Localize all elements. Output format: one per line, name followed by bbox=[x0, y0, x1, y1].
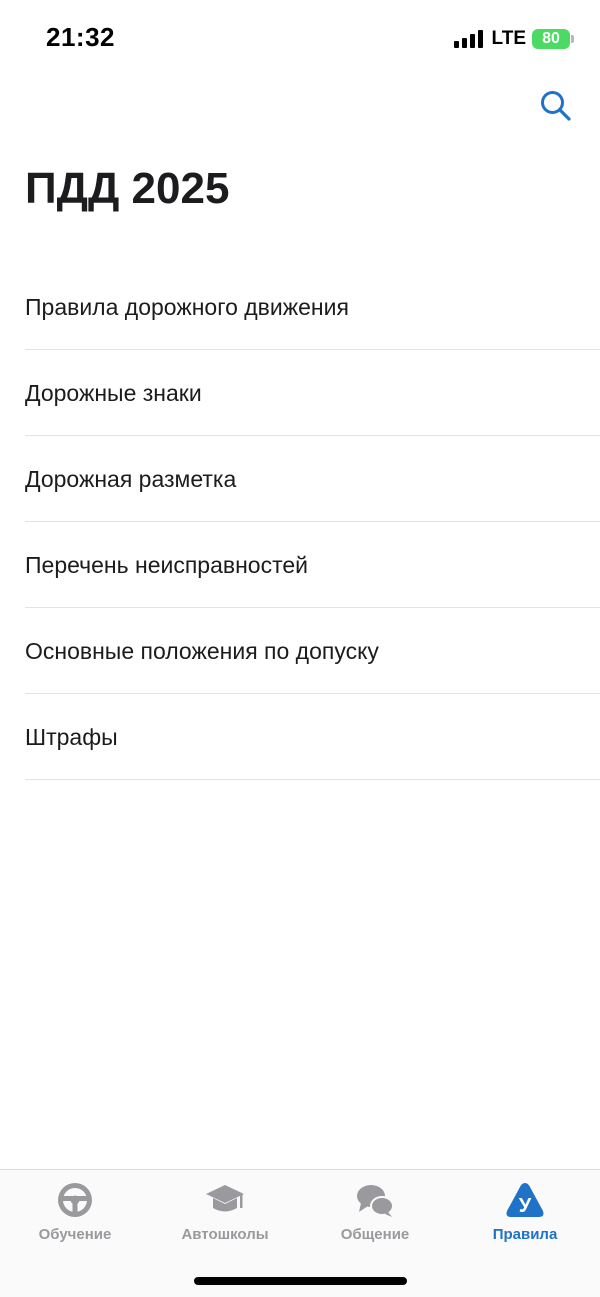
steering-wheel-icon bbox=[55, 1180, 95, 1220]
menu-item-road-signs[interactable]: Дорожные знаки bbox=[0, 350, 600, 436]
home-indicator[interactable] bbox=[194, 1277, 407, 1285]
menu-item-malfunctions[interactable]: Перечень неисправностей bbox=[0, 522, 600, 608]
menu-item-fines[interactable]: Штрафы bbox=[0, 694, 600, 780]
tab-community[interactable]: Общение bbox=[300, 1180, 450, 1252]
status-time: 21:32 bbox=[46, 22, 115, 52]
menu-item-label: Дорожная разметка bbox=[25, 465, 237, 492]
menu-item-label: Штрафы bbox=[25, 723, 118, 750]
signal-icon bbox=[453, 30, 483, 48]
tab-label: Автошколы bbox=[181, 1226, 269, 1243]
battery-icon: 80 bbox=[532, 29, 574, 49]
graduation-cap-icon bbox=[205, 1180, 245, 1220]
search-button[interactable] bbox=[538, 88, 574, 124]
menu-item-label: Правила дорожного движения bbox=[25, 293, 349, 320]
page-title: ПДД 2025 bbox=[25, 164, 230, 213]
chat-bubbles-icon bbox=[355, 1180, 395, 1220]
menu-item-admission-provisions[interactable]: Основные положения по допуску bbox=[0, 608, 600, 694]
tab-driving-schools[interactable]: Автошколы bbox=[150, 1180, 300, 1252]
menu-item-road-markings[interactable]: Дорожная разметка bbox=[0, 436, 600, 522]
tab-label: Общение bbox=[340, 1226, 410, 1243]
tab-label: Обучение bbox=[38, 1226, 112, 1243]
svg-text:У: У bbox=[519, 1195, 532, 1217]
rules-menu-list: Правила дорожного движения Дорожные знак… bbox=[0, 264, 600, 780]
status-bar: 21:32 LTE 80 bbox=[0, 0, 600, 76]
battery-level: 80 bbox=[542, 30, 560, 47]
menu-item-label: Перечень неисправностей bbox=[25, 551, 308, 578]
tab-learning[interactable]: Обучение bbox=[0, 1180, 150, 1252]
menu-item-label: Основные положения по допуску bbox=[25, 637, 379, 664]
status-indicators: LTE 80 bbox=[453, 28, 574, 50]
search-icon bbox=[541, 91, 571, 121]
tab-rules[interactable]: У Правила bbox=[450, 1180, 600, 1252]
menu-item-label: Дорожные знаки bbox=[25, 379, 202, 406]
menu-item-traffic-rules[interactable]: Правила дорожного движения bbox=[0, 264, 600, 350]
tab-label: Правила bbox=[492, 1226, 558, 1243]
road-sign-icon: У bbox=[505, 1180, 545, 1220]
network-type: LTE bbox=[491, 28, 526, 49]
